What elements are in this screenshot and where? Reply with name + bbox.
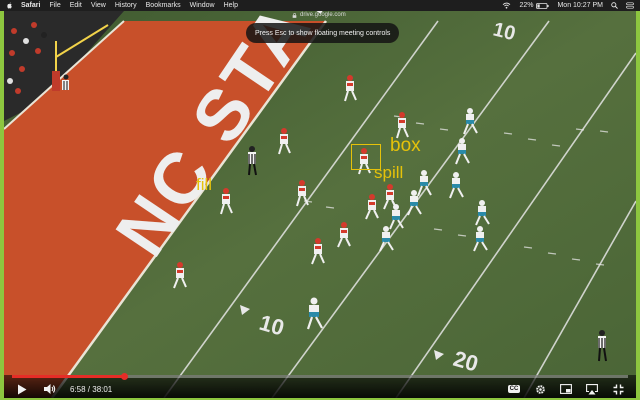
annotation-box-label: box — [390, 135, 421, 156]
floating-controls-toast: Press Esc to show floating meeting contr… — [246, 23, 400, 43]
progress-bar[interactable] — [12, 373, 628, 380]
airplay-button[interactable] — [584, 381, 600, 397]
miniplayer-icon — [560, 384, 572, 394]
fullscreen-icon — [613, 384, 623, 394]
wifi-icon[interactable] — [502, 2, 511, 9]
players-layer — [7, 22, 607, 362]
search-icon[interactable] — [611, 2, 618, 9]
menu-window[interactable]: Window — [190, 2, 215, 9]
url-bar[interactable]: drive.google.com — [292, 12, 346, 18]
play-button[interactable] — [14, 381, 30, 397]
menu-bookmarks[interactable]: Bookmarks — [146, 2, 181, 9]
screen-frame: Safari File Edit View History Bookmarks … — [0, 0, 640, 400]
controls-right: CC — [496, 381, 626, 397]
volume-button[interactable] — [42, 381, 58, 397]
annotation-spill-label: spill — [374, 163, 404, 182]
control-center-icon[interactable] — [626, 2, 634, 9]
player-controls-bar: 6:58 / 38:01 CC — [4, 373, 636, 398]
settings-button[interactable] — [532, 381, 548, 397]
menu-app-name[interactable]: Safari — [21, 2, 40, 9]
miniplayer-button[interactable] — [558, 381, 574, 397]
apple-icon[interactable] — [6, 2, 13, 9]
url-text: drive.google.com — [300, 12, 346, 18]
battery-icon[interactable] — [536, 2, 550, 9]
play-icon — [18, 384, 27, 394]
annotation-fill-label: fill — [196, 175, 213, 194]
menu-file[interactable]: File — [49, 2, 60, 9]
menu-help[interactable]: Help — [224, 2, 238, 9]
battery-percent: 22% — [519, 2, 534, 9]
cc-icon: CC — [507, 385, 521, 393]
mac-menu-bar: Safari File Edit View History Bookmarks … — [0, 0, 640, 11]
volume-icon — [44, 384, 56, 394]
captions-button[interactable]: CC — [506, 381, 522, 397]
toast-text: Press Esc to show floating meeting contr… — [255, 29, 391, 37]
time-display: 6:58 / 38:01 — [70, 384, 113, 394]
settings-icon — [535, 384, 545, 394]
video-player[interactable]: NC STATE 10 10 20 drive.google.com Press… — [4, 11, 636, 398]
lock-icon — [292, 12, 297, 18]
progress-played — [12, 375, 125, 378]
referees — [62, 74, 607, 362]
sideline-crowd — [7, 22, 47, 94]
progress-scrubber[interactable] — [121, 373, 129, 380]
menu-view[interactable]: View — [91, 2, 106, 9]
menu-edit[interactable]: Edit — [70, 2, 82, 9]
menu-history[interactable]: History — [115, 2, 137, 9]
fullscreen-button[interactable] — [610, 381, 626, 397]
airplay-icon — [586, 383, 598, 394]
controls-row: 6:58 / 38:01 CC — [4, 381, 636, 397]
menu-clock[interactable]: Mon 10:27 PM — [557, 2, 603, 9]
menu-status-area: 22% Mon 10:27 PM — [494, 2, 634, 9]
